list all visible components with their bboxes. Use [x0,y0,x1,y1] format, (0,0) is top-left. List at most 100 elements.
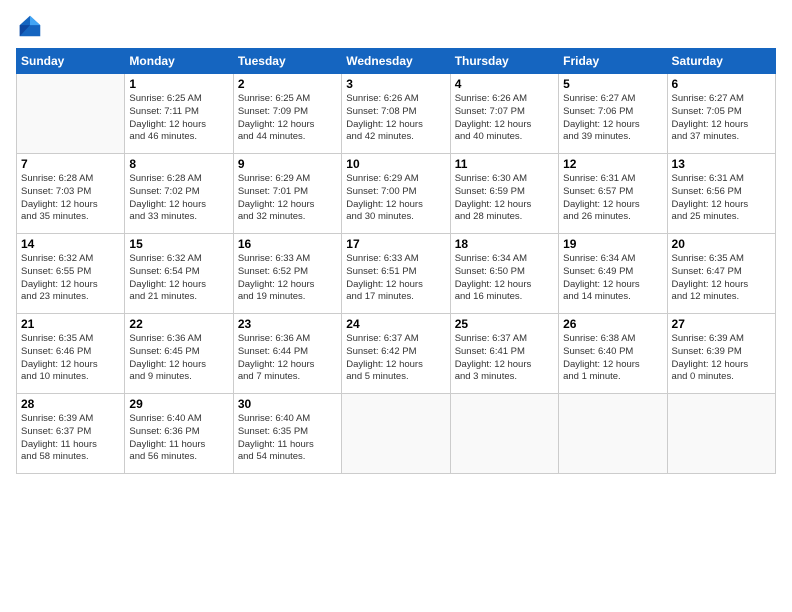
day-info: Sunrise: 6:30 AMSunset: 6:59 PMDaylight:… [455,173,554,224]
day-number: 29 [129,397,228,411]
day-info: Sunrise: 6:33 AMSunset: 6:52 PMDaylight:… [238,253,337,304]
day-number: 20 [672,237,771,251]
day-number: 30 [238,397,337,411]
calendar-cell [559,394,667,474]
weekday-header-thursday: Thursday [450,49,558,74]
calendar-table: SundayMondayTuesdayWednesdayThursdayFrid… [16,48,776,474]
day-number: 23 [238,317,337,331]
weekday-header-row: SundayMondayTuesdayWednesdayThursdayFrid… [17,49,776,74]
header [16,12,776,40]
day-info: Sunrise: 6:29 AMSunset: 7:01 PMDaylight:… [238,173,337,224]
day-number: 8 [129,157,228,171]
calendar-cell: 17 Sunrise: 6:33 AMSunset: 6:51 PMDayligh… [342,234,450,314]
day-number: 13 [672,157,771,171]
day-info: Sunrise: 6:26 AMSunset: 7:08 PMDaylight:… [346,93,445,144]
day-number: 11 [455,157,554,171]
day-number: 21 [21,317,120,331]
calendar-cell: 27 Sunrise: 6:39 AMSunset: 6:39 PMDayligh… [667,314,775,394]
calendar-cell: 28 Sunrise: 6:39 AMSunset: 6:37 PMDayligh… [17,394,125,474]
day-number: 27 [672,317,771,331]
calendar-cell: 19Sunrise: 6:34 AMSunset: 6:49 PMDayligh… [559,234,667,314]
day-number: 25 [455,317,554,331]
week-row-3: 21 Sunrise: 6:35 AMSunset: 6:46 PMDayligh… [17,314,776,394]
calendar-cell: 10 Sunrise: 6:29 AMSunset: 7:00 PMDayligh… [342,154,450,234]
day-info: Sunrise: 6:34 AMSunset: 6:49 PMDaylight:… [563,253,662,304]
calendar-cell: 20 Sunrise: 6:35 AMSunset: 6:47 PMDayligh… [667,234,775,314]
calendar-cell: 12 Sunrise: 6:31 AMSunset: 6:57 PMDayligh… [559,154,667,234]
day-info: Sunrise: 6:33 AMSunset: 6:51 PMDaylight:… [346,253,445,304]
calendar-cell: 29 Sunrise: 6:40 AMSunset: 6:36 PMDayligh… [125,394,233,474]
calendar-cell: 26Sunrise: 6:38 AMSunset: 6:40 PMDayligh… [559,314,667,394]
week-row-1: 7 Sunrise: 6:28 AMSunset: 7:03 PMDaylight… [17,154,776,234]
day-number: 4 [455,77,554,91]
week-row-4: 28 Sunrise: 6:39 AMSunset: 6:37 PMDayligh… [17,394,776,474]
calendar-cell: 11 Sunrise: 6:30 AMSunset: 6:59 PMDayligh… [450,154,558,234]
calendar-cell [450,394,558,474]
day-info: Sunrise: 6:25 AMSunset: 7:09 PMDaylight:… [238,93,337,144]
day-number: 14 [21,237,120,251]
day-info: Sunrise: 6:32 AMSunset: 6:55 PMDaylight:… [21,253,120,304]
week-row-2: 14 Sunrise: 6:32 AMSunset: 6:55 PMDayligh… [17,234,776,314]
calendar-cell: 7 Sunrise: 6:28 AMSunset: 7:03 PMDaylight… [17,154,125,234]
day-info: Sunrise: 6:28 AMSunset: 7:03 PMDaylight:… [21,173,120,224]
day-number: 17 [346,237,445,251]
calendar-cell [17,74,125,154]
day-info: Sunrise: 6:35 AMSunset: 6:46 PMDaylight:… [21,333,120,384]
day-info: Sunrise: 6:39 AMSunset: 6:37 PMDaylight:… [21,413,120,464]
calendar-cell: 1 Sunrise: 6:25 AMSunset: 7:11 PMDaylight… [125,74,233,154]
day-info: Sunrise: 6:40 AMSunset: 6:36 PMDaylight:… [129,413,228,464]
calendar-cell: 23Sunrise: 6:36 AMSunset: 6:44 PMDayligh… [233,314,341,394]
weekday-header-friday: Friday [559,49,667,74]
day-info: Sunrise: 6:26 AMSunset: 7:07 PMDaylight:… [455,93,554,144]
day-number: 15 [129,237,228,251]
day-info: Sunrise: 6:35 AMSunset: 6:47 PMDaylight:… [672,253,771,304]
day-number: 28 [21,397,120,411]
day-number: 5 [563,77,662,91]
day-info: Sunrise: 6:27 AMSunset: 7:05 PMDaylight:… [672,93,771,144]
day-number: 16 [238,237,337,251]
day-info: Sunrise: 6:36 AMSunset: 6:45 PMDaylight:… [129,333,228,384]
weekday-header-wednesday: Wednesday [342,49,450,74]
calendar-cell: 3 Sunrise: 6:26 AMSunset: 7:08 PMDaylight… [342,74,450,154]
day-info: Sunrise: 6:29 AMSunset: 7:00 PMDaylight:… [346,173,445,224]
calendar-cell: 22 Sunrise: 6:36 AMSunset: 6:45 PMDayligh… [125,314,233,394]
calendar-cell: 24 Sunrise: 6:37 AMSunset: 6:42 PMDayligh… [342,314,450,394]
day-info: Sunrise: 6:31 AMSunset: 6:57 PMDaylight:… [563,173,662,224]
logo [16,12,48,40]
day-number: 3 [346,77,445,91]
calendar-cell: 18 Sunrise: 6:34 AMSunset: 6:50 PMDayligh… [450,234,558,314]
day-number: 12 [563,157,662,171]
calendar-cell: 25 Sunrise: 6:37 AMSunset: 6:41 PMDayligh… [450,314,558,394]
calendar-cell: 5Sunrise: 6:27 AMSunset: 7:06 PMDaylight… [559,74,667,154]
day-number: 7 [21,157,120,171]
day-info: Sunrise: 6:37 AMSunset: 6:42 PMDaylight:… [346,333,445,384]
day-info: Sunrise: 6:39 AMSunset: 6:39 PMDaylight:… [672,333,771,384]
calendar-cell: 13 Sunrise: 6:31 AMSunset: 6:56 PMDayligh… [667,154,775,234]
day-info: Sunrise: 6:34 AMSunset: 6:50 PMDaylight:… [455,253,554,304]
weekday-header-saturday: Saturday [667,49,775,74]
calendar-cell [342,394,450,474]
logo-icon [16,12,44,40]
calendar-cell: 2 Sunrise: 6:25 AMSunset: 7:09 PMDaylight… [233,74,341,154]
calendar-cell: 15 Sunrise: 6:32 AMSunset: 6:54 PMDayligh… [125,234,233,314]
weekday-header-tuesday: Tuesday [233,49,341,74]
day-number: 10 [346,157,445,171]
week-row-0: 1 Sunrise: 6:25 AMSunset: 7:11 PMDaylight… [17,74,776,154]
day-info: Sunrise: 6:32 AMSunset: 6:54 PMDaylight:… [129,253,228,304]
day-number: 2 [238,77,337,91]
day-number: 24 [346,317,445,331]
day-number: 6 [672,77,771,91]
calendar-cell: 16 Sunrise: 6:33 AMSunset: 6:52 PMDayligh… [233,234,341,314]
day-number: 22 [129,317,228,331]
day-info: Sunrise: 6:25 AMSunset: 7:11 PMDaylight:… [129,93,228,144]
main-container: SundayMondayTuesdayWednesdayThursdayFrid… [0,0,792,482]
calendar-cell: 21 Sunrise: 6:35 AMSunset: 6:46 PMDayligh… [17,314,125,394]
day-info: Sunrise: 6:40 AMSunset: 6:35 PMDaylight:… [238,413,337,464]
day-info: Sunrise: 6:31 AMSunset: 6:56 PMDaylight:… [672,173,771,224]
day-number: 9 [238,157,337,171]
day-number: 1 [129,77,228,91]
day-number: 18 [455,237,554,251]
calendar-cell: 6 Sunrise: 6:27 AMSunset: 7:05 PMDaylight… [667,74,775,154]
day-info: Sunrise: 6:37 AMSunset: 6:41 PMDaylight:… [455,333,554,384]
weekday-header-monday: Monday [125,49,233,74]
